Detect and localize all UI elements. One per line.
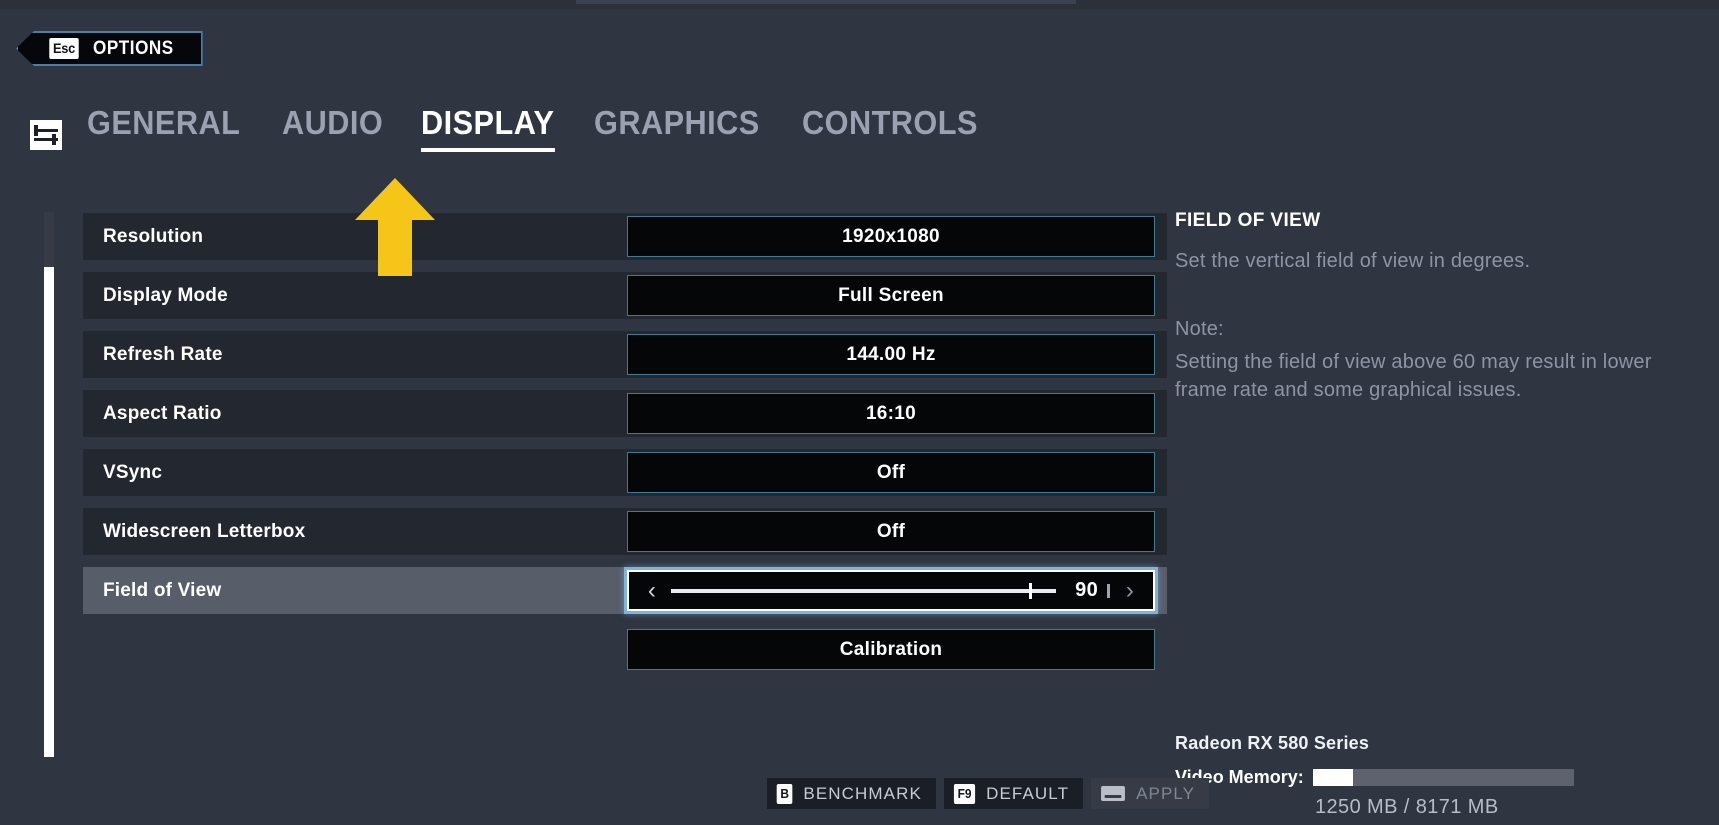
slider-track[interactable] (671, 582, 1056, 600)
key-cap-b: B (776, 783, 793, 804)
vram-bar (1312, 769, 1574, 786)
tab-display[interactable]: DISPLAY (420, 104, 554, 156)
setting-value-aspect-ratio[interactable]: 16:10 (627, 393, 1155, 434)
gpu-info: Radeon RX 580 Series Video Memory: 1250 … (1175, 733, 1715, 819)
help-note-head: Note: (1175, 317, 1224, 340)
spacebar-key-icon (1101, 786, 1126, 801)
setting-label: VSync (103, 461, 163, 483)
setting-row-aspect-ratio[interactable]: Aspect Ratio 16:10 (83, 390, 1167, 437)
vram-row: Video Memory: (1175, 767, 1715, 788)
vram-bar-fill (1312, 769, 1353, 786)
tab-general[interactable]: GENERAL (87, 104, 240, 156)
action-bar: B BENCHMARK F9 DEFAULT APPLY (767, 778, 1210, 809)
apply-button[interactable]: APPLY (1091, 778, 1210, 809)
esc-key-cap: Esc (49, 38, 79, 59)
back-options-label: OPTIONS (93, 37, 174, 59)
vram-text: 1250 MB / 8171 MB (1315, 796, 1499, 818)
setting-label: Refresh Rate (103, 343, 223, 365)
setting-value-display-mode[interactable]: Full Screen (627, 275, 1155, 316)
chevron-right-icon[interactable]: › (1119, 578, 1141, 603)
settings-tabbar: GENERAL AUDIO DISPLAY GRAPHICS CONTROLS (30, 100, 1022, 156)
settings-scrollbar[interactable] (44, 212, 54, 757)
setting-row-widescreen-letterbox[interactable]: Widescreen Letterbox Off (83, 508, 1167, 555)
setting-label: Aspect Ratio (103, 402, 222, 424)
setting-value-refresh-rate[interactable]: 144.00 Hz (627, 334, 1155, 375)
field-of-view-value: 90 (1075, 579, 1098, 601)
help-note-body: Setting the field of view above 60 may r… (1175, 351, 1652, 401)
calibration-button[interactable]: Calibration (627, 629, 1155, 670)
back-options-button[interactable]: Esc OPTIONS (16, 31, 203, 66)
slider-end-tick-icon (1107, 583, 1110, 598)
setting-value-widescreen-letterbox[interactable]: Off (627, 511, 1155, 552)
setting-row-refresh-rate[interactable]: Refresh Rate 144.00 Hz (83, 331, 1167, 378)
slider-bar (671, 588, 1056, 593)
window-top-highlight (576, 0, 1076, 4)
gpu-name: Radeon RX 580 Series (1175, 733, 1370, 753)
apply-label: APPLY (1136, 783, 1196, 803)
help-panel: FIELD OF VIEW Set the vertical field of … (1175, 210, 1705, 404)
setting-value-resolution[interactable]: 1920x1080 (627, 216, 1155, 257)
settings-list: Resolution 1920x1080 Display Mode Full S… (83, 213, 1167, 685)
slider-knob[interactable] (1029, 582, 1033, 599)
setting-label: Widescreen Letterbox (103, 520, 306, 542)
setting-label: Field of View (103, 579, 222, 601)
benchmark-label: BENCHMARK (803, 783, 922, 803)
help-note: Note: Setting the field of view above 60… (1175, 316, 1705, 405)
key-cap-f9: F9 (953, 783, 976, 804)
pointer-arrow-icon (355, 178, 435, 276)
options-screen: Esc OPTIONS GENERAL AUDIO DISPLAY GRAPHI… (0, 0, 1719, 825)
scrollbar-thumb[interactable] (44, 267, 54, 757)
setting-label: Display Mode (103, 284, 228, 306)
help-title: FIELD OF VIEW (1175, 210, 1321, 231)
chevron-left-icon[interactable]: ‹ (641, 578, 663, 603)
setting-row-calibration: Calibration (83, 626, 1167, 673)
sliders-icon (30, 120, 62, 150)
setting-row-field-of-view[interactable]: Field of View ‹ 90 › (83, 567, 1167, 614)
tab-controls[interactable]: CONTROLS (802, 104, 978, 156)
tab-graphics[interactable]: GRAPHICS (594, 104, 760, 156)
setting-row-resolution[interactable]: Resolution 1920x1080 (83, 213, 1167, 260)
default-button[interactable]: F9 DEFAULT (943, 778, 1084, 809)
field-of-view-slider[interactable]: ‹ 90 › (624, 567, 1158, 614)
default-label: DEFAULT (986, 783, 1070, 803)
setting-row-vsync[interactable]: VSync Off (83, 449, 1167, 496)
setting-value-vsync[interactable]: Off (627, 452, 1155, 493)
benchmark-button[interactable]: B BENCHMARK (767, 778, 936, 809)
setting-row-display-mode[interactable]: Display Mode Full Screen (83, 272, 1167, 319)
help-description: Set the vertical field of view in degree… (1175, 250, 1531, 272)
tab-audio[interactable]: AUDIO (282, 104, 383, 156)
